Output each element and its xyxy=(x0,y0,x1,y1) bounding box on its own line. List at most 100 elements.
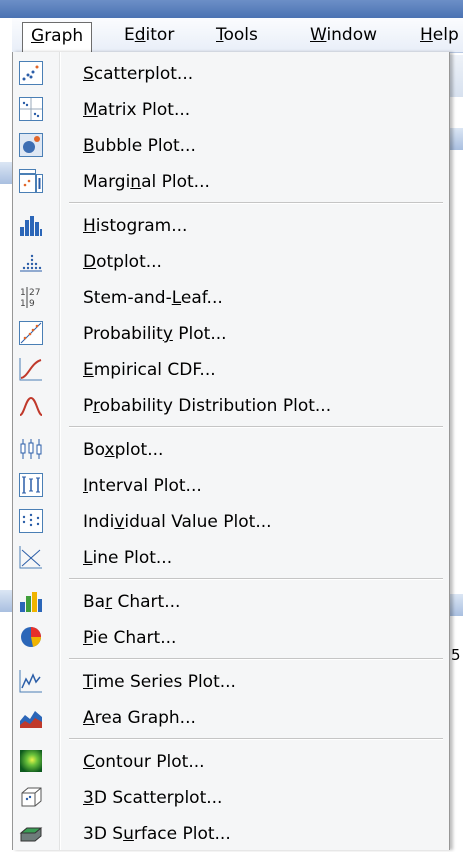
label-rest: catterplot... xyxy=(93,64,194,84)
menu-item-line-plot[interactable]: Line Plot... xyxy=(13,540,449,576)
menu-item-label: Bar Chart... xyxy=(83,584,180,620)
label-pre: P xyxy=(83,396,93,416)
mnemonic: L xyxy=(171,288,181,308)
mnemonic: u xyxy=(123,824,134,844)
menu-separator xyxy=(69,202,443,204)
label-rest: ubble Plot... xyxy=(94,136,196,156)
background-toolbar-left xyxy=(0,162,12,184)
mnemonic: r xyxy=(92,396,100,416)
menu-item-3d-surface-plot[interactable]: 3D Surface Plot... xyxy=(13,816,449,852)
empirical-cdf-icon xyxy=(19,358,42,381)
svg-text:1: 1 xyxy=(20,299,26,309)
label-rest: Plot... xyxy=(172,324,227,344)
menu-item-label: Boxplot... xyxy=(83,432,163,468)
label-pre: 3D S xyxy=(83,824,124,844)
histogram-icon xyxy=(20,216,42,236)
background-window-left xyxy=(0,18,12,850)
mnemonic: C xyxy=(83,752,95,772)
mnemonic: A xyxy=(83,708,95,728)
menu-item-histogram[interactable]: Histogram... xyxy=(13,208,449,244)
label-rest: ontour Plot... xyxy=(94,752,205,772)
background-toolbar-left-2 xyxy=(0,590,12,612)
label-rest: otplot... xyxy=(96,252,162,272)
app-title-bar xyxy=(0,0,463,18)
menu-item-scatterplot[interactable]: Scatterplot... xyxy=(13,56,449,92)
menu-item-label: Stem-and-Leaf... xyxy=(83,280,223,316)
menu-tools[interactable]: Tools xyxy=(208,22,266,48)
label-rest: eaf... xyxy=(180,288,223,308)
label-rest: plot... xyxy=(114,440,164,460)
background-cell-text: 5 xyxy=(451,646,461,664)
menu-help[interactable]: Help xyxy=(412,22,463,48)
menu-tools-mnemonic: T xyxy=(216,25,224,45)
interval-plot-icon xyxy=(19,473,43,497)
label-rest: al Plot... xyxy=(141,172,210,192)
menu-item-matrix-plot[interactable]: Matrix Plot... xyxy=(13,92,449,128)
bubble-plot-icon xyxy=(19,133,43,157)
label-rest: ime Series Plot... xyxy=(92,672,236,692)
area-graph-icon xyxy=(20,711,42,728)
individual-value-plot-icon xyxy=(19,509,43,533)
menu-help-rest: elp xyxy=(432,25,459,45)
mnemonic: y xyxy=(162,324,173,344)
svg-text:1: 1 xyxy=(20,288,26,298)
menu-item-boxplot[interactable]: Boxplot... xyxy=(13,432,449,468)
pie-chart-icon xyxy=(21,627,41,647)
menu-item-marginal-plot[interactable]: Marginal Plot... xyxy=(13,164,449,200)
menu-item-empirical-cdf[interactable]: Empirical CDF... xyxy=(13,352,449,388)
menu-window-rest: indow xyxy=(326,25,378,45)
background-header-right xyxy=(448,128,463,150)
menu-separator xyxy=(69,426,443,428)
menu-editor[interactable]: Editor xyxy=(116,22,182,48)
menu-editor-rest: itor xyxy=(145,25,175,45)
menu-item-stem-and-leaf[interactable]: 1 1 27 9 Stem-and-Leaf... xyxy=(13,280,449,316)
menu-help-mnemonic: H xyxy=(420,25,433,45)
menu-item-label: Scatterplot... xyxy=(83,56,193,92)
label-pre: Bo xyxy=(83,440,105,460)
label-rest: ine Plot... xyxy=(92,548,173,568)
3d-scatterplot-icon xyxy=(21,787,42,807)
menu-item-3d-scatterplot[interactable]: 3D Scatterplot... xyxy=(13,780,449,816)
mnemonic: x xyxy=(104,440,115,460)
menu-item-interval-plot[interactable]: Interval Plot... xyxy=(13,468,449,504)
menu-separator xyxy=(69,658,443,660)
label-rest: atrix Plot... xyxy=(97,100,191,120)
menu-item-individual-value-plot[interactable]: Individual Value Plot... xyxy=(13,504,449,540)
menu-item-label: Probability Plot... xyxy=(83,316,227,352)
label-rest: nterval Plot... xyxy=(88,476,202,496)
background-toolbar-right xyxy=(448,55,463,97)
contour-plot-icon xyxy=(20,750,42,772)
label-rest: idual Value Plot... xyxy=(124,512,272,532)
mnemonic: n xyxy=(130,172,142,192)
3d-surface-plot-icon xyxy=(19,827,43,842)
menu-window[interactable]: Window xyxy=(302,22,385,48)
menu-item-bubble-plot[interactable]: Bubble Plot... xyxy=(13,128,449,164)
mnemonic: H xyxy=(83,216,96,236)
marginal-plot-icon xyxy=(19,169,43,193)
svg-text:9: 9 xyxy=(29,299,35,309)
menu-item-label: Dotplot... xyxy=(83,244,162,280)
menu-separator xyxy=(69,738,443,740)
boxplot-icon xyxy=(20,439,42,459)
menu-item-area-graph[interactable]: Area Graph... xyxy=(13,700,449,736)
label-rest: rface Plot... xyxy=(133,824,231,844)
mnemonic: B xyxy=(83,136,95,156)
menu-item-label: Empirical CDF... xyxy=(83,352,216,388)
menu-item-pie-chart[interactable]: Pie Chart... xyxy=(13,620,449,656)
label-rest: mpirical CDF... xyxy=(93,360,216,380)
menu-item-probability-plot[interactable]: Probability Plot... xyxy=(13,316,449,352)
menu-graph-rest: raph xyxy=(44,26,84,46)
menu-item-label: Contour Plot... xyxy=(83,744,205,780)
menu-graph[interactable]: Graph xyxy=(22,22,93,53)
menu-item-bar-chart[interactable]: Bar Chart... xyxy=(13,584,449,620)
bar-chart-icon xyxy=(20,592,42,612)
menu-bar: Graph Editor Tools Window Help xyxy=(12,18,463,53)
menu-item-dotplot[interactable]: Dotplot... xyxy=(13,244,449,280)
menu-item-contour-plot[interactable]: Contour Plot... xyxy=(13,744,449,780)
menu-item-label: Interval Plot... xyxy=(83,468,202,504)
mnemonic: E xyxy=(83,360,94,380)
mnemonic: S xyxy=(83,64,94,84)
menu-item-time-series-plot[interactable]: Time Series Plot... xyxy=(13,664,449,700)
menu-item-label: Marginal Plot... xyxy=(83,164,210,200)
menu-item-probability-distribution-plot[interactable]: Probability Distribution Plot... xyxy=(13,388,449,424)
